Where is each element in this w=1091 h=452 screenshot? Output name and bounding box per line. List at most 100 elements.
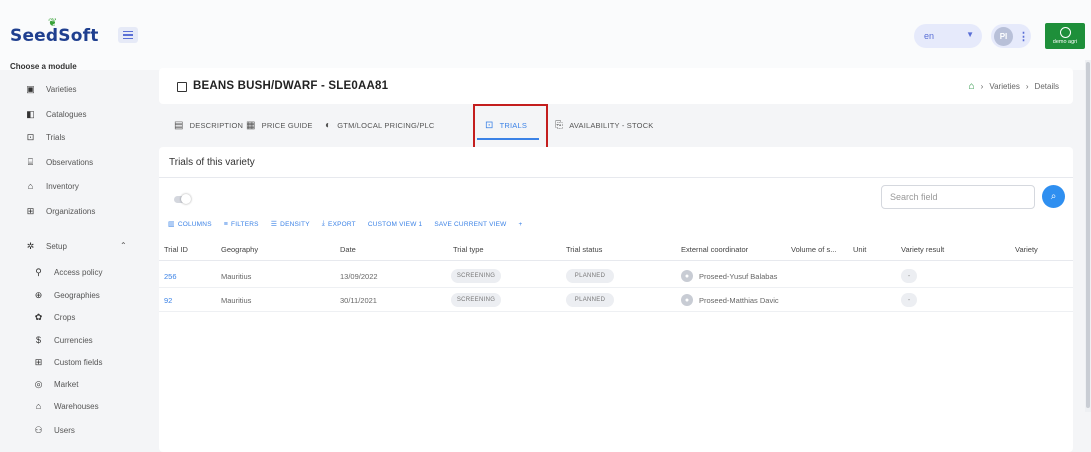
- geography-cell: Mauritius: [221, 296, 252, 305]
- trial-id-link[interactable]: 256: [164, 272, 177, 281]
- sprout-icon: ❦: [48, 16, 58, 29]
- column-header[interactable]: Unit: [853, 245, 866, 254]
- toolbar-label: DENSITY: [280, 220, 310, 228]
- sidebar-item-varieties[interactable]: ▣ Varieties: [25, 81, 76, 97]
- menu-toggle-button[interactable]: [118, 27, 138, 43]
- tab-description[interactable]: ▤ DESCRIPTION: [174, 120, 243, 131]
- trial-id-link[interactable]: 92: [164, 296, 172, 305]
- globe-icon: ◐: [325, 120, 332, 131]
- export-button[interactable]: ⤓ EXPORT: [322, 220, 356, 228]
- app-logo[interactable]: SeedSoft ❦: [10, 16, 99, 46]
- sidebar-item-label: Organizations: [46, 206, 96, 216]
- breadcrumb-separator: ›: [980, 82, 984, 91]
- density-icon: ☰: [270, 221, 278, 228]
- demo-agri-logo[interactable]: demo agri: [1045, 23, 1085, 49]
- view-toggle[interactable]: [174, 194, 191, 204]
- search-icon: ⌕: [1050, 191, 1057, 202]
- custom-view-button[interactable]: CUSTOM VIEW 1: [368, 220, 423, 228]
- add-view-button[interactable]: +: [519, 220, 523, 228]
- document-icon: ▤: [174, 120, 184, 131]
- sidebar-item-trials[interactable]: ⊡ Trials: [25, 129, 66, 145]
- column-header[interactable]: Trial status: [566, 245, 602, 254]
- user-menu[interactable]: PI ⋮: [991, 24, 1031, 48]
- chevron-up-icon[interactable]: ⌃: [120, 241, 127, 250]
- sidebar-item-label: Users: [54, 425, 75, 435]
- sidebar-item-crops[interactable]: ✿ Crops: [33, 309, 76, 325]
- trials-panel: Trials of this variety Search field ⌕ ▥ C…: [159, 147, 1073, 452]
- sidebar-item-organizations[interactable]: ⊞ Organizations: [25, 203, 96, 219]
- language-select[interactable]: en ▼: [914, 24, 982, 48]
- coordinator-avatar-icon: ●: [681, 294, 693, 306]
- trial-type-chip: SCREENING: [451, 293, 501, 307]
- column-header[interactable]: Geography: [221, 245, 258, 254]
- column-header[interactable]: External coordinator: [681, 245, 748, 254]
- toolbar-label: COLUMNS: [177, 220, 212, 228]
- table-header: Trial ID Geography Date Trial type Trial…: [159, 237, 1073, 261]
- sidebar-item-setup[interactable]: ✲ Setup: [25, 238, 67, 254]
- search-input[interactable]: Search field: [881, 185, 1035, 209]
- title-checkbox[interactable]: [177, 82, 187, 92]
- column-header[interactable]: Trial ID: [164, 245, 188, 254]
- variety-result-chip: -: [901, 293, 917, 307]
- column-header[interactable]: Trial type: [453, 245, 484, 254]
- tab-label: GTM/LOCAL PRICING/PLC: [337, 121, 435, 130]
- sidebar-item-label: Access policy: [54, 267, 103, 277]
- warehouses-icon: ⌂: [35, 401, 42, 411]
- save-view-button[interactable]: SAVE CURRENT VIEW: [434, 220, 506, 228]
- tab-gtm-local-pricing[interactable]: ◐ GTM/LOCAL PRICING/PLC: [325, 120, 435, 131]
- sidebar-item-market[interactable]: ◎ Market: [33, 376, 79, 392]
- breadcrumb-details: Details: [1034, 82, 1059, 91]
- scrollbar-thumb[interactable]: [1086, 62, 1090, 408]
- users-icon: ⚇: [34, 424, 43, 435]
- variety-result-chip: -: [901, 269, 917, 283]
- sidebar-item-inventory[interactable]: ⌂ Inventory: [25, 178, 79, 194]
- column-header[interactable]: Date: [340, 245, 356, 254]
- sidebar-item-label: Setup: [46, 241, 67, 251]
- density-button[interactable]: ☰ DENSITY: [270, 220, 310, 229]
- title-card: BEANS BUSH/DWARF - SLE0AA81 ⌂ › Varietie…: [159, 68, 1073, 104]
- observations-icon: ⌸: [27, 156, 34, 167]
- sidebar-item-custom-fields[interactable]: ⊞ Custom fields: [33, 354, 103, 370]
- tab-price-guide[interactable]: ▦ PRICE GUIDE: [246, 120, 313, 131]
- breadcrumb-separator: ›: [1025, 82, 1029, 91]
- market-icon: ◎: [34, 378, 43, 389]
- sidebar-item-label: Currencies: [54, 335, 93, 345]
- tab-label: PRICE GUIDE: [261, 121, 313, 130]
- tab-label: AVAILABILITY - STOCK: [569, 121, 654, 130]
- menu-line: [123, 37, 133, 40]
- sidebar-item-access-policy[interactable]: ⚲ Access policy: [33, 264, 102, 280]
- breadcrumb-varieties[interactable]: Varieties: [989, 82, 1020, 91]
- column-header[interactable]: Variety result: [901, 245, 944, 254]
- home-icon[interactable]: ⌂: [969, 81, 975, 92]
- sidebar-item-users[interactable]: ⚇ Users: [33, 422, 75, 438]
- table-row[interactable]: 92 Mauritius 30/11/2021 SCREENING PLANNE…: [159, 289, 1073, 312]
- table-row[interactable]: 256 Mauritius 13/09/2022 SCREENING PLANN…: [159, 265, 1073, 288]
- geography-cell: Mauritius: [221, 272, 252, 281]
- language-value: en: [924, 31, 935, 41]
- sidebar-item-label: Trials: [46, 132, 66, 142]
- sidebar-item-observations[interactable]: ⌸ Observations: [25, 154, 93, 170]
- column-header[interactable]: Volume of s...: [791, 245, 836, 254]
- sidebar-item-currencies[interactable]: $ Currencies: [33, 332, 93, 348]
- date-cell: 13/09/2022: [340, 272, 378, 281]
- toolbar-label: CUSTOM VIEW 1: [367, 220, 423, 228]
- sidebar-item-label: Warehouses: [54, 401, 99, 411]
- coordinator-cell: Proseed-Yusuf Balabas: [699, 272, 778, 281]
- sidebar-item-catalogues[interactable]: ◧ Catalogues: [25, 106, 86, 122]
- chevron-down-icon: ▼: [966, 30, 974, 39]
- toolbar-label: EXPORT: [328, 220, 356, 228]
- trial-type-chip: SCREENING: [451, 269, 501, 283]
- column-header[interactable]: Variety: [1015, 245, 1038, 254]
- more-vertical-icon: ⋮: [1018, 30, 1029, 43]
- panel-subtitle: Trials of this variety: [169, 157, 255, 168]
- trial-status-chip: PLANNED: [566, 269, 614, 283]
- sidebar-item-geographies[interactable]: ⊕ Geographies: [33, 287, 100, 303]
- filters-button[interactable]: ≡ FILTERS: [224, 220, 259, 228]
- search-button[interactable]: ⌕: [1042, 185, 1065, 208]
- tab-availability-stock[interactable]: ⎘ AVAILABILITY - STOCK: [555, 120, 654, 131]
- sidebar-item-warehouses[interactable]: ⌂ Warehouses: [33, 398, 99, 414]
- columns-button[interactable]: ▥ COLUMNS: [168, 220, 212, 229]
- logo-text: SeedSoft: [10, 26, 99, 46]
- coordinator-cell: Proseed-Matthias Davic: [699, 296, 779, 305]
- coordinator-avatar-icon: ●: [681, 270, 693, 282]
